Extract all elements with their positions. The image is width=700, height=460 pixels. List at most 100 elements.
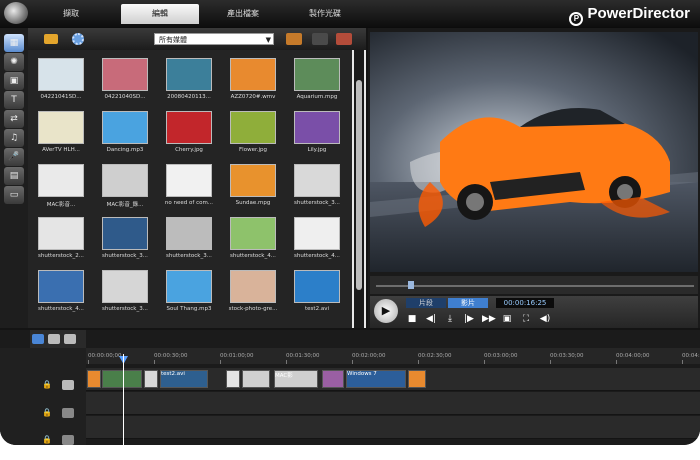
media-caption: 04221041SD...: [40, 94, 82, 100]
effect-track[interactable]: [86, 392, 700, 415]
media-thumbnail[interactable]: [38, 164, 84, 197]
timeline-clip[interactable]: [322, 370, 344, 388]
remove-icon[interactable]: [336, 33, 352, 45]
voiceover-icon[interactable]: 🎤: [4, 148, 24, 166]
subtitle-room-icon[interactable]: ▭: [4, 186, 24, 204]
media-thumbnail[interactable]: [230, 270, 276, 303]
stop-icon[interactable]: ■: [406, 313, 418, 325]
ruler-label: 00:03:30;00: [550, 353, 584, 359]
media-thumbnail[interactable]: [38, 58, 84, 91]
media-thumbnail[interactable]: [166, 111, 212, 144]
brand: P PowerDirector: [569, 5, 690, 26]
title-room-icon[interactable]: T: [4, 91, 24, 109]
media-thumbnail[interactable]: [102, 111, 148, 144]
tab-edit[interactable]: 編輯: [121, 4, 199, 24]
library-scrollbar[interactable]: [354, 50, 364, 328]
timeline-clip[interactable]: [102, 370, 142, 388]
seek-bar[interactable]: [370, 276, 698, 294]
preview-mode-icon[interactable]: ▣: [501, 313, 513, 325]
step-back-icon[interactable]: ◀|: [425, 313, 437, 325]
seek-handle[interactable]: [407, 281, 414, 289]
timeline-clip[interactable]: [144, 370, 158, 388]
chapter-room-icon[interactable]: ▤: [4, 167, 24, 185]
lock-icon[interactable]: 🔒: [42, 409, 52, 417]
media-thumbnail[interactable]: [230, 217, 276, 250]
media-thumbnail[interactable]: [230, 164, 276, 197]
media-thumbnail[interactable]: [102, 217, 148, 250]
effect-room-icon[interactable]: ✺: [4, 53, 24, 71]
media-thumbnail[interactable]: [166, 164, 212, 197]
media-thumbnail[interactable]: [230, 58, 276, 91]
media-thumbnail[interactable]: [38, 270, 84, 303]
timeline-view-icon[interactable]: [32, 334, 44, 344]
video-track[interactable]: test2.avi MAC影 Windows 7: [86, 368, 700, 391]
chevron-down-icon: ▼: [265, 36, 271, 44]
media-thumbnail[interactable]: [294, 111, 340, 144]
playhead[interactable]: [123, 354, 124, 445]
storyboard-view-icon[interactable]: [48, 334, 60, 344]
import-folder-icon[interactable]: [44, 34, 58, 44]
lock-icon[interactable]: 🔒: [42, 381, 52, 389]
tab-produce[interactable]: 產出檔案: [204, 4, 282, 24]
ruler-tick: [484, 360, 485, 364]
media-caption: no need of com...: [164, 200, 214, 206]
timecode: 00:00:16:25: [496, 298, 554, 308]
pip-track[interactable]: [86, 416, 700, 439]
media-thumbnail[interactable]: [166, 217, 212, 250]
play-icon[interactable]: ▶: [374, 299, 398, 323]
transition-room-icon[interactable]: ⇄: [4, 110, 24, 128]
tab-capture[interactable]: 擷取: [32, 4, 110, 24]
media-thumbnail[interactable]: [294, 270, 340, 303]
scroll-thumb[interactable]: [356, 80, 362, 290]
preview-screen: [370, 32, 698, 272]
media-thumbnail[interactable]: [230, 111, 276, 144]
timeline-clip[interactable]: [408, 370, 426, 388]
timeline-clip[interactable]: Windows 7: [346, 370, 406, 388]
pip-room-icon[interactable]: ▣: [4, 72, 24, 90]
media-thumbnail[interactable]: [38, 217, 84, 250]
add-to-timeline-icon[interactable]: [286, 33, 302, 45]
fast-forward-icon[interactable]: ▶▶: [482, 313, 496, 325]
media-thumbnail[interactable]: [294, 58, 340, 91]
ruler-tick: [352, 360, 353, 364]
media-thumbnail[interactable]: [38, 111, 84, 144]
ruler-tick: [616, 360, 617, 364]
media-thumbnail[interactable]: [166, 270, 212, 303]
media-thumbnail[interactable]: [102, 270, 148, 303]
fullscreen-icon[interactable]: ⛶: [520, 313, 532, 325]
step-forward-icon[interactable]: |▶: [463, 313, 475, 325]
media-thumbnail[interactable]: [166, 58, 212, 91]
media-caption: shutterstock_4...: [230, 253, 276, 259]
lock-icon[interactable]: 🔒: [42, 436, 52, 444]
media-filter-dropdown[interactable]: 所有媒體 ▼: [154, 33, 274, 45]
track-manager-icon[interactable]: [64, 334, 76, 344]
clip-mode-button[interactable]: 片段: [406, 298, 446, 308]
snapshot-icon[interactable]: ⤓: [444, 313, 456, 325]
timeline-clip[interactable]: MAC影: [274, 370, 318, 388]
media-thumbnail[interactable]: [294, 217, 340, 250]
media-thumbnail[interactable]: [102, 164, 148, 197]
storyboard-icon[interactable]: [312, 33, 328, 45]
media-caption: MAC影音...: [46, 202, 76, 208]
volume-icon[interactable]: ◀): [539, 313, 551, 325]
timeline-clip[interactable]: [226, 370, 240, 388]
library-settings-icon[interactable]: [72, 33, 84, 45]
tab-create-disc[interactable]: 製作光碟: [286, 4, 364, 24]
brand-name: PowerDirector: [587, 5, 690, 22]
timeline-clip[interactable]: [242, 370, 270, 388]
movie-mode-button[interactable]: 影片: [448, 298, 488, 308]
media-caption: shutterstock_3...: [294, 200, 340, 206]
preview-panel: ▶ 片段 影片 00:00:16:25 ■ ◀| ⤓ |▶ ▶▶ ▣ ⛶ ◀): [368, 28, 700, 328]
audio-mixer-icon[interactable]: ♫: [4, 129, 24, 147]
effect-track-icon: [62, 408, 74, 418]
ruler-label: 00:02:30;00: [418, 353, 452, 359]
timeline-clip[interactable]: test2.avi: [160, 370, 208, 388]
media-room-icon[interactable]: ▦: [4, 34, 24, 52]
media-caption: Soul Thang.mp3: [166, 306, 212, 312]
timeline-clip[interactable]: [87, 370, 101, 388]
media-thumbnail[interactable]: [102, 58, 148, 91]
media-caption: test2.avi: [305, 306, 329, 312]
brand-mark-icon: P: [569, 12, 584, 26]
time-ruler[interactable]: 00:00:00;00 00:00:30;00 00:01:00;00 00:01:3…: [86, 348, 700, 364]
media-thumbnail[interactable]: [294, 164, 340, 197]
